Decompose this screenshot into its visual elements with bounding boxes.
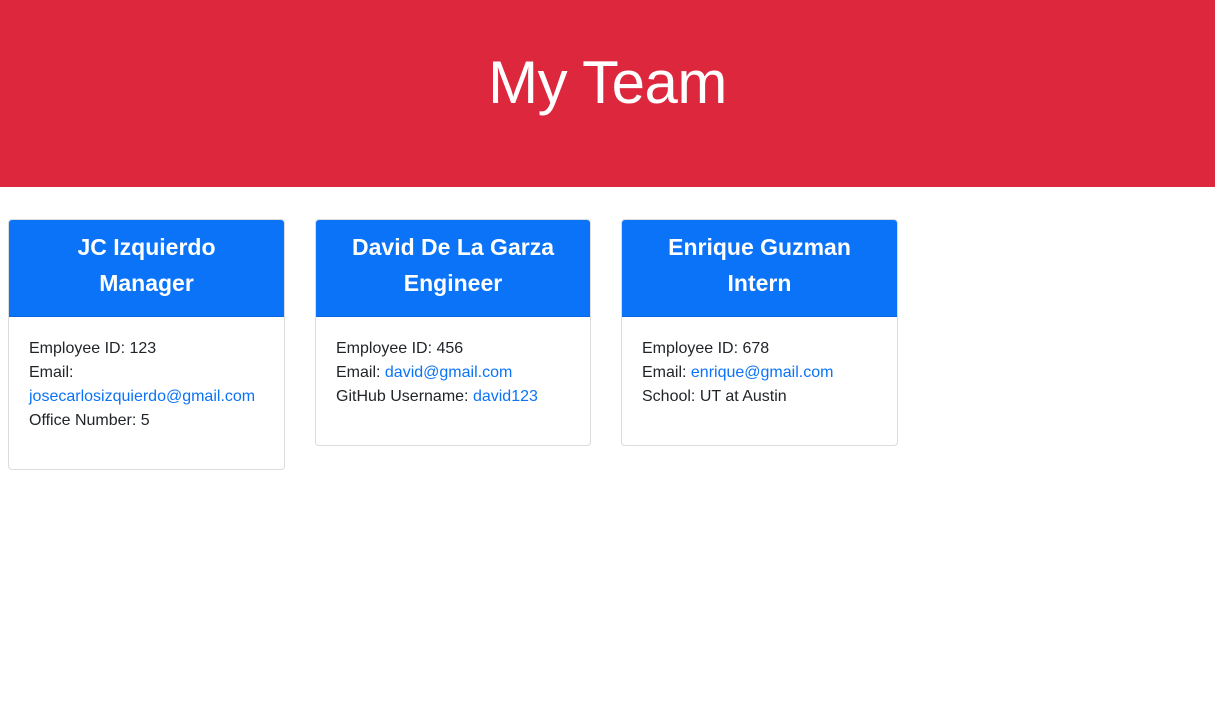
card-body: Employee ID: 456 Email: david@gmail.com … (316, 317, 590, 429)
employee-id-value: 123 (129, 340, 157, 357)
employee-id-label: Employee ID: (336, 340, 433, 357)
school-value: UT at Austin (699, 388, 787, 405)
card-body: Employee ID: 678 Email: enrique@gmail.co… (622, 317, 897, 429)
github-label: GitHub Username: (336, 388, 469, 405)
employee-name: David De La Garza (352, 234, 554, 260)
email-label: Email: (642, 364, 687, 381)
office-number-value: 5 (140, 412, 150, 429)
employee-id-label: Employee ID: (642, 340, 739, 357)
employee-id-row: Employee ID: 123 (29, 337, 264, 361)
email-link[interactable]: josecarlosizquierdo@gmail.com (29, 388, 255, 405)
employee-id-value: 678 (742, 340, 770, 357)
school-row: School: UT at Austin (642, 385, 877, 409)
email-row: Email: enrique@gmail.com (642, 361, 877, 385)
school-label: School: (642, 388, 696, 405)
employee-name: JC Izquierdo (77, 234, 216, 260)
email-link[interactable]: enrique@gmail.com (691, 364, 834, 381)
email-link[interactable]: david@gmail.com (385, 364, 512, 381)
employee-role: Intern (727, 270, 792, 296)
card-body: Employee ID: 123 Email: josecarlosizquie… (9, 317, 284, 453)
employee-id-label: Employee ID: (29, 340, 126, 357)
office-number-label: Office Number: (29, 412, 137, 429)
employee-id-row: Employee ID: 678 (642, 337, 877, 361)
email-label: Email: (336, 364, 381, 381)
card-header: Enrique Guzman Intern (622, 220, 897, 317)
page-title: My Team (488, 49, 727, 116)
employee-id-row: Employee ID: 456 (336, 337, 570, 361)
email-row: josecarlosizquierdo@gmail.com (29, 385, 264, 409)
employee-card-engineer: David De La Garza Engineer Employee ID: … (315, 219, 591, 446)
team-header-banner: My Team (0, 0, 1215, 187)
card-header: JC Izquierdo Manager (9, 220, 284, 317)
office-number-row: Office Number: 5 (29, 409, 264, 433)
employee-card-intern: Enrique Guzman Intern Employee ID: 678 E… (621, 219, 898, 446)
employee-role: Engineer (403, 270, 503, 296)
email-row: Email: david@gmail.com (336, 361, 570, 385)
card-header: David De La Garza Engineer (316, 220, 590, 317)
github-link[interactable]: david123 (473, 388, 538, 405)
employee-role: Manager (99, 270, 194, 296)
github-row: GitHub Username: david123 (336, 385, 570, 409)
employee-id-value: 456 (436, 340, 464, 357)
employee-card-manager: JC Izquierdo Manager Employee ID: 123 Em… (8, 219, 285, 470)
email-label: Email: (29, 364, 74, 381)
employee-name: Enrique Guzman (668, 234, 851, 260)
